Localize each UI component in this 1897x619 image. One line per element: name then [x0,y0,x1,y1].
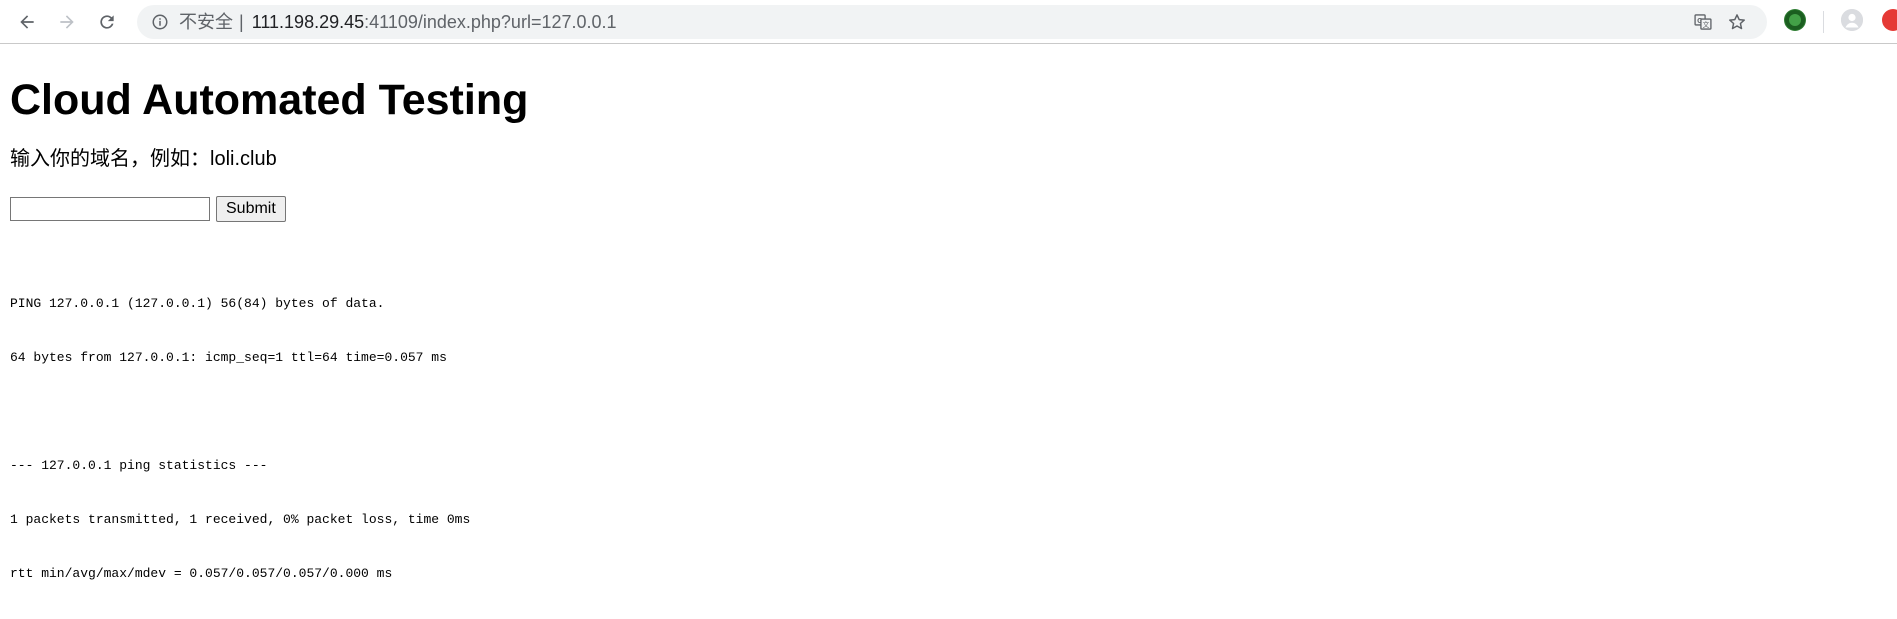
address-bar[interactable]: 不安全 | 111.198.29.45:41109/index.php?url=12… [137,5,1767,39]
url-text[interactable]: 不安全 | 111.198.29.45:41109/index.php?url=12… [179,5,617,39]
submit-button[interactable]: Submit [216,196,286,222]
url-form: Submit [10,195,1880,223]
profile-avatar-icon[interactable] [1841,9,1863,31]
output-line: PING 127.0.0.1 (127.0.0.1) 56(84) bytes … [10,296,385,311]
extension-glyph-icon [1785,10,1805,30]
back-arrow-icon [20,15,34,29]
reload-icon [100,15,114,29]
page-title: Cloud Automated Testing [10,76,529,124]
reload-button[interactable] [93,8,121,36]
url-input[interactable] [10,197,210,221]
browser-toolbar: 不安全 | 111.198.29.45:41109/index.php?url=12… [0,0,1897,44]
extension-icon[interactable] [1784,9,1806,31]
svg-text:文: 文 [1703,20,1710,29]
info-icon[interactable] [151,13,169,31]
back-button[interactable] [13,8,41,36]
forward-arrow-icon [60,15,74,29]
output-blank-line [10,403,1880,421]
output-line: 1 packets transmitted, 1 received, 0% pa… [10,512,471,527]
security-label[interactable]: 不安全 [179,12,233,32]
output-line: rtt min/avg/max/mdev = 0.057/0.057/0.057… [10,566,393,581]
url-separator: | [239,12,244,32]
url-path: :41109/index.php?url=127.0.0.1 [364,12,617,32]
page-content: Cloud Automated Testing 输入你的域名，例如：loli.c… [10,44,1880,619]
translate-icon[interactable]: G 文 [1693,12,1713,32]
output-line: --- 127.0.0.1 ping statistics --- [10,458,268,473]
output-line: 64 bytes from 127.0.0.1: icmp_seq=1 ttl=… [10,350,447,365]
ping-output: PING 127.0.0.1 (127.0.0.1) 56(84) bytes … [10,259,1880,619]
red-extension-icon[interactable] [1882,9,1897,31]
url-host: 111.198.29.45 [251,12,365,32]
forward-button[interactable] [53,8,81,36]
instruction-text: 输入你的域名，例如：loli.club [10,148,277,170]
star-icon[interactable] [1727,12,1747,32]
person-icon [1841,9,1863,31]
toolbar-divider [1823,11,1824,33]
